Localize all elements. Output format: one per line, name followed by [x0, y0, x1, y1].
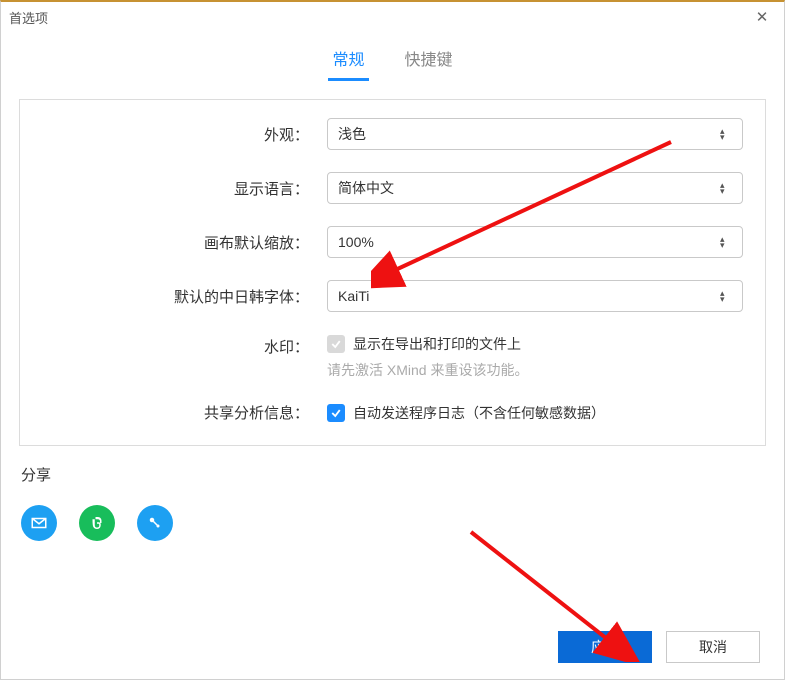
language-select[interactable]: 简体中文 ▴▾	[327, 172, 743, 204]
preferences-window: 首选项 ✕ 常规 快捷键 外观： 浅色 ▴▾ 显示语言： 简体中文 ▴▾	[0, 0, 785, 680]
chevron-updown-icon: ▴▾	[720, 173, 734, 203]
zoom-select[interactable]: 100% ▴▾	[327, 226, 743, 258]
chevron-updown-icon: ▴▾	[720, 119, 734, 149]
chevron-updown-icon: ▴▾	[720, 227, 734, 257]
tab-bar: 常规 快捷键	[1, 38, 784, 81]
analytics-text: 自动发送程序日志（不含任何敏感数据）	[353, 403, 605, 423]
cjkfont-select[interactable]: KaiTi ▴▾	[327, 280, 743, 312]
apply-button[interactable]: 应用	[558, 631, 652, 663]
chevron-updown-icon: ▴▾	[720, 281, 734, 311]
analytics-checkbox[interactable]	[327, 404, 345, 422]
zoom-value: 100%	[338, 234, 374, 250]
dialog-footer: 应用 取消	[558, 631, 760, 663]
share-icons-row	[21, 505, 764, 541]
mail-icon[interactable]	[21, 505, 57, 541]
watermark-text: 显示在导出和打印的文件上	[353, 334, 521, 354]
row-analytics: 共享分析信息： 自动发送程序日志（不含任何敏感数据）	[42, 402, 743, 423]
cjkfont-label: 默认的中日韩字体：	[42, 286, 327, 307]
row-appearance: 外观： 浅色 ▴▾	[42, 118, 743, 150]
general-panel: 外观： 浅色 ▴▾ 显示语言： 简体中文 ▴▾ 画布默认缩放： 100%	[19, 99, 766, 446]
biggerplate-icon[interactable]	[137, 505, 173, 541]
language-value: 简体中文	[338, 178, 394, 198]
cancel-button[interactable]: 取消	[666, 631, 760, 663]
cjkfont-value: KaiTi	[338, 288, 369, 304]
row-language: 显示语言： 简体中文 ▴▾	[42, 172, 743, 204]
share-section: 分享	[21, 464, 764, 541]
zoom-label: 画布默认缩放：	[42, 232, 327, 253]
appearance-label: 外观：	[42, 124, 327, 145]
window-title: 首选项	[9, 8, 748, 27]
evernote-icon[interactable]	[79, 505, 115, 541]
appearance-select[interactable]: 浅色 ▴▾	[327, 118, 743, 150]
tab-general[interactable]: 常规	[328, 38, 368, 81]
tab-shortcuts[interactable]: 快捷键	[401, 38, 457, 81]
row-watermark: 水印： 显示在导出和打印的文件上 请先激活 XMind 来重设该功能。	[42, 334, 743, 380]
titlebar: 首选项 ✕	[1, 2, 784, 32]
watermark-label: 水印：	[42, 334, 327, 357]
language-label: 显示语言：	[42, 178, 327, 199]
watermark-help: 请先激活 XMind 来重设该功能。	[327, 360, 528, 380]
share-title: 分享	[21, 464, 764, 485]
close-icon[interactable]: ✕	[748, 8, 776, 26]
row-cjkfont: 默认的中日韩字体： KaiTi ▴▾	[42, 280, 743, 312]
row-zoom: 画布默认缩放： 100% ▴▾	[42, 226, 743, 258]
watermark-checkbox	[327, 335, 345, 353]
analytics-label: 共享分析信息：	[42, 402, 327, 423]
appearance-value: 浅色	[338, 124, 366, 144]
